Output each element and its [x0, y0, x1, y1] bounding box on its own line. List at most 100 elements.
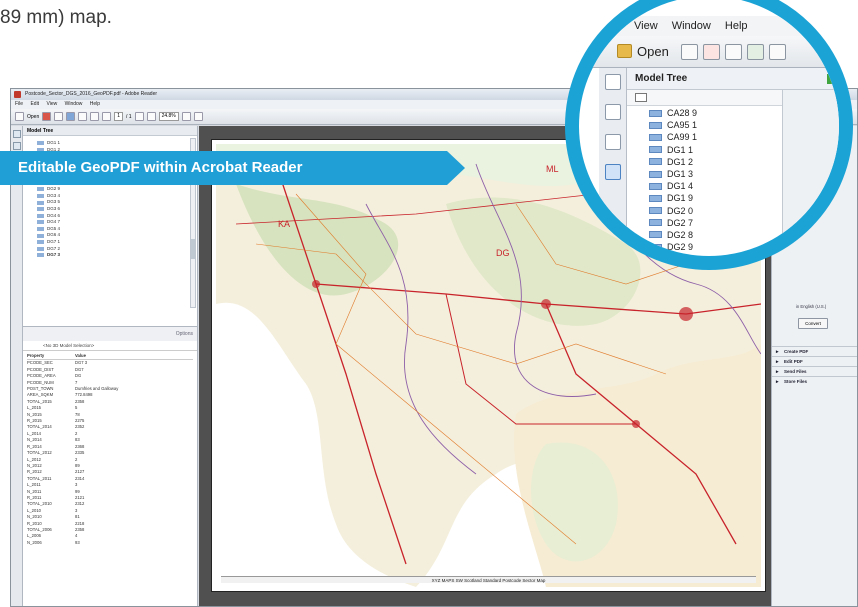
zoom-open-label[interactable]: Open — [637, 44, 669, 60]
layer-icon — [649, 207, 662, 215]
page-number-input[interactable]: 1 — [114, 112, 124, 121]
edit-pdf-section[interactable]: Edit PDF — [772, 356, 857, 367]
zoom-tree-item[interactable]: DG2 0 — [649, 205, 697, 217]
zoom-level-input[interactable]: 24.8% — [158, 112, 179, 121]
menu-edit[interactable]: Edit — [30, 101, 39, 107]
tree-item-label: DG5 4 — [47, 225, 61, 231]
feature-banner: Editable GeoPDF within Acrobat Reader — [0, 151, 465, 185]
create-pdf-section[interactable]: Create PDF — [772, 346, 857, 357]
zoom-tree-item[interactable]: DG2 9 — [649, 241, 697, 253]
tree-item[interactable]: DG4 7 — [37, 219, 197, 226]
tree-item[interactable]: DG5 4 — [37, 226, 197, 233]
open-icon[interactable] — [15, 112, 24, 121]
layers-icon[interactable] — [605, 134, 621, 150]
zoom-tree-item[interactable]: DG1 9 — [649, 192, 697, 204]
layer-icon — [649, 231, 662, 239]
create-pdf-icon[interactable] — [42, 112, 52, 121]
zoom-tree-item-label: DG2 0 — [667, 205, 694, 216]
zoom-model-tree-label: Model Tree — [635, 73, 688, 84]
zoom-tree-item[interactable]: DG1 2 — [649, 156, 697, 168]
layer-icon — [37, 213, 44, 218]
comment-icon[interactable] — [193, 112, 203, 121]
print-icon[interactable] — [78, 112, 88, 121]
tree-options-icon[interactable] — [635, 93, 647, 102]
pages-icon[interactable] — [605, 74, 621, 90]
zoom-menu-view[interactable]: View — [634, 20, 658, 32]
options-menu[interactable]: Options — [176, 327, 193, 341]
zoom-tools-panel — [782, 90, 839, 256]
layer-icon — [37, 240, 44, 245]
print-icon[interactable] — [769, 44, 786, 60]
tree-item[interactable]: DG2 9 — [37, 186, 197, 193]
acrobat-icon — [14, 91, 21, 98]
tree-item-label: DG7 3 — [47, 252, 61, 258]
zoom-tree-item[interactable]: CA28 9 — [649, 107, 697, 119]
open-button-label[interactable]: Open — [27, 114, 39, 120]
zoom-tree-item[interactable]: DG1 3 — [649, 168, 697, 180]
zoom-tree-item-label: DG1 2 — [667, 156, 694, 167]
email-icon[interactable] — [90, 112, 100, 121]
zoom-menu-help[interactable]: Help — [725, 20, 748, 32]
tree-item-label: DG4 7 — [47, 219, 61, 225]
tree-item[interactable]: DG7 1 — [37, 239, 197, 246]
zoom-tree-item[interactable]: CA99 1 — [649, 131, 697, 143]
map-label-dg: DG — [496, 248, 510, 258]
layer-icon — [649, 121, 662, 129]
model-tree-icon[interactable] — [605, 164, 621, 180]
zoom-tree-item[interactable]: CA95 1 — [649, 119, 697, 131]
tree-item[interactable]: DG7 2 — [37, 246, 197, 253]
zoom-tree-item-label: DG1 4 — [667, 181, 694, 192]
tree-item[interactable]: DG7 3 — [37, 252, 197, 259]
cloud-icon[interactable] — [66, 112, 76, 121]
convert-button[interactable]: Convert — [798, 318, 828, 329]
fit-page-icon[interactable] — [181, 112, 191, 121]
store-files-section[interactable]: Store Files — [772, 376, 857, 387]
zoom-tree-item[interactable]: DG2 8 — [649, 229, 697, 241]
edit-pdf-icon[interactable] — [725, 44, 742, 60]
export-pdf-icon[interactable] — [703, 44, 720, 60]
menu-file[interactable]: File — [15, 101, 23, 107]
send-files-section[interactable]: Send Files — [772, 366, 857, 377]
attachments-icon[interactable] — [605, 104, 621, 120]
layer-icon — [37, 200, 44, 205]
property-key: N_2006 — [27, 539, 42, 545]
menu-help[interactable]: Help — [90, 101, 100, 107]
zoom-tree-item-label: DG1 3 — [667, 169, 694, 180]
zoom-menu-window[interactable]: Window — [672, 20, 711, 32]
model-selection-label: <No 3D Model Selection> — [23, 341, 197, 351]
cloud-upload-icon[interactable] — [747, 44, 764, 60]
pages-icon[interactable] — [13, 130, 21, 138]
zoom-tree-item-label: DG2 7 — [667, 217, 694, 228]
layer-icon — [37, 246, 44, 251]
zoom-in-icon[interactable] — [146, 112, 156, 121]
create-pdf-icon[interactable] — [681, 44, 698, 60]
zoom-out-icon[interactable] — [134, 112, 144, 121]
magnifier-callout: View Window Help Open Model Tree CA28 9C… — [565, 0, 853, 270]
layer-icon — [37, 141, 44, 146]
edit-icon[interactable] — [54, 112, 64, 121]
open-folder-icon[interactable] — [617, 44, 632, 58]
zoom-model-tree-title: Model Tree — [627, 68, 839, 90]
attachments-icon[interactable] — [13, 142, 21, 150]
tree-scroll-thumb[interactable] — [191, 239, 195, 259]
tree-item[interactable]: DG6 4 — [37, 232, 197, 239]
property-value: 93 — [75, 539, 80, 545]
zoom-tree-item[interactable]: DG2 7 — [649, 217, 697, 229]
layer-icon — [649, 243, 662, 251]
zoom-menu-bar: View Window Help — [579, 16, 839, 36]
tree-item[interactable]: DG3 6 — [37, 206, 197, 213]
layer-icon — [37, 220, 44, 225]
zoom-tree-item[interactable]: DG1 4 — [649, 180, 697, 192]
zoom-tree-item[interactable]: DG1 1 — [649, 144, 697, 156]
prev-page-icon[interactable] — [102, 112, 112, 121]
tree-item[interactable]: DG3 5 — [37, 199, 197, 206]
tree-item[interactable]: DG4 6 — [37, 213, 197, 220]
tree-item-label: DG4 6 — [47, 212, 61, 218]
menu-window[interactable]: Window — [65, 101, 83, 107]
property-col-header: Property — [27, 353, 45, 358]
tree-item[interactable]: DG3 4 — [37, 193, 197, 200]
tree-item[interactable]: DG1 1 — [37, 140, 197, 147]
menu-view[interactable]: View — [46, 101, 57, 107]
layer-icon — [37, 253, 44, 258]
layer-icon — [649, 182, 662, 190]
